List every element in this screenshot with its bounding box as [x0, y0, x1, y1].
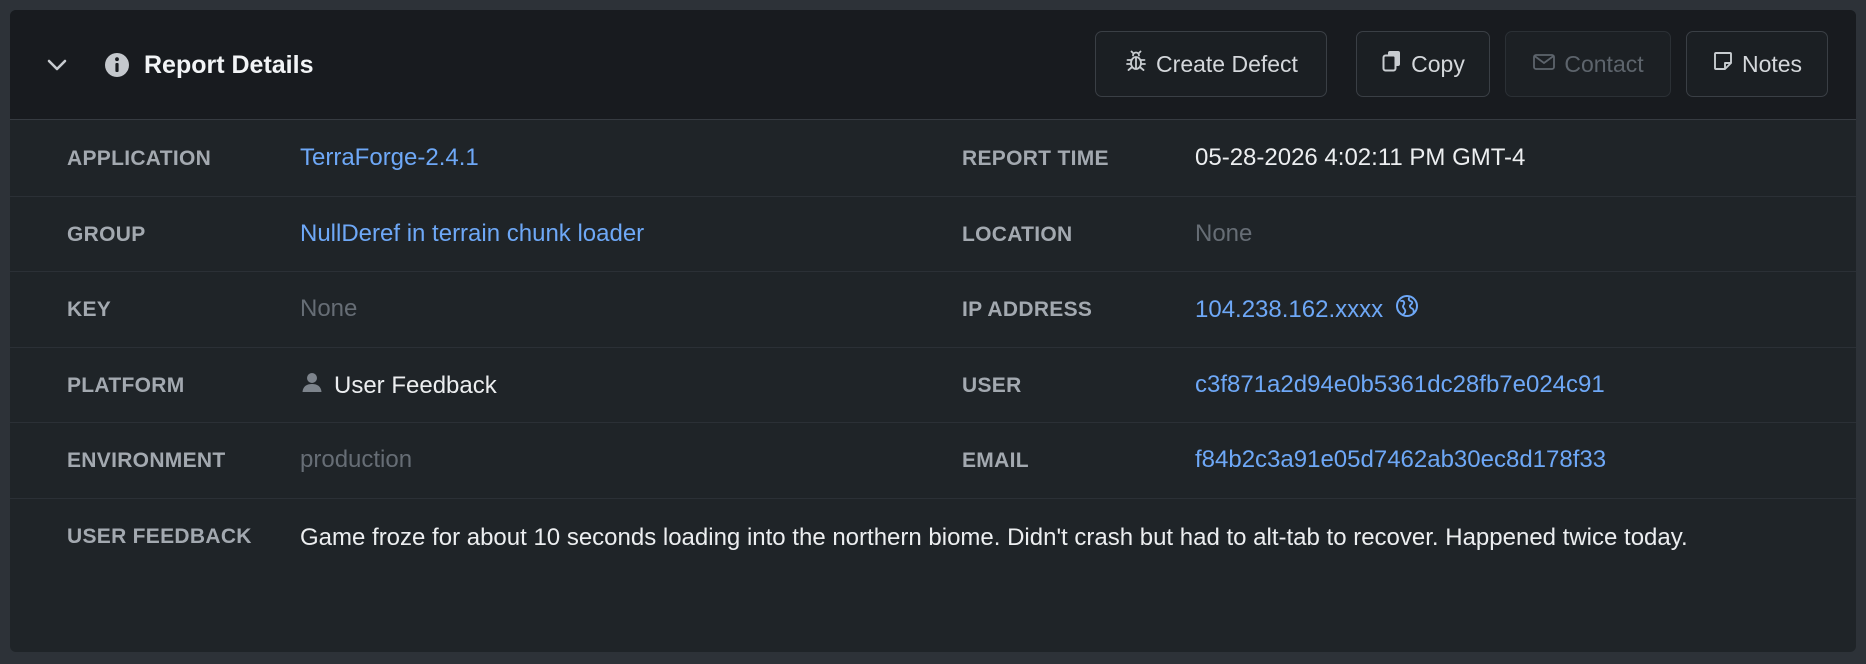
platform-label: PLATFORM	[67, 373, 185, 397]
application-link[interactable]: TerraForge-2.4.1	[300, 143, 479, 173]
detail-row: USER FEEDBACK Game froze for about 10 se…	[10, 499, 1856, 634]
group-label: GROUP	[67, 222, 146, 246]
user-label: USER	[962, 373, 1022, 397]
detail-row: PLATFORM User Feedback USER c3f871a2d94e…	[10, 348, 1856, 423]
contact-label: Contact	[1564, 50, 1644, 77]
report-time-label: REPORT TIME	[962, 147, 1109, 170]
panel-title: Report Details	[144, 51, 314, 79]
note-icon	[1712, 50, 1734, 78]
environment-label: ENVIRONMENT	[67, 449, 226, 472]
details-list: APPLICATION TerraForge-2.4.1 REPORT TIME…	[10, 121, 1856, 634]
create-defect-label: Create Defect	[1156, 50, 1298, 77]
detail-row: ENVIRONMENT production EMAIL f84b2c3a91e…	[10, 423, 1856, 499]
mail-icon	[1532, 51, 1556, 78]
key-label: KEY	[67, 298, 112, 321]
platform-value: User Feedback	[300, 370, 497, 402]
detail-row: GROUP NullDeref in terrain chunk loader …	[10, 197, 1856, 272]
panel-header: Report Details Create Defect Copy Contac…	[10, 10, 1856, 120]
user-link[interactable]: c3f871a2d94e0b5361dc28fb7e024c91	[1195, 370, 1605, 400]
notes-label: Notes	[1741, 50, 1803, 77]
notes-button[interactable]: Notes	[1686, 31, 1828, 97]
ip-address-value: 104.238.162.xxxx	[1195, 294, 1419, 326]
application-label: APPLICATION	[67, 147, 212, 170]
create-defect-button[interactable]: Create Defect	[1095, 31, 1327, 97]
key-value: None	[300, 295, 358, 322]
bug-icon	[1124, 49, 1148, 79]
ip-address-link[interactable]: 104.238.162.xxxx	[1195, 295, 1383, 325]
user-feedback-label: USER FEEDBACK	[67, 524, 252, 548]
user-feedback-text: Game froze for about 10 seconds loading …	[300, 523, 1688, 551]
globe-icon[interactable]	[1395, 294, 1419, 326]
report-details-panel: Report Details Create Defect Copy Contac…	[10, 10, 1856, 652]
group-link[interactable]: NullDeref in terrain chunk loader	[300, 219, 644, 249]
location-label: LOCATION	[962, 222, 1073, 246]
copy-button[interactable]: Copy	[1356, 31, 1490, 97]
email-label: EMAIL	[962, 449, 1029, 472]
info-icon	[104, 52, 130, 78]
detail-row: APPLICATION TerraForge-2.4.1 REPORT TIME…	[10, 121, 1856, 197]
detail-row: KEY None IP ADDRESS 104.238.162.xxxx	[10, 272, 1856, 348]
copy-icon	[1381, 49, 1403, 79]
location-value: None	[1195, 219, 1253, 247]
contact-button[interactable]: Contact	[1505, 31, 1671, 97]
user-icon	[300, 370, 324, 402]
email-link[interactable]: f84b2c3a91e05d7462ab30ec8d178f33	[1195, 445, 1606, 475]
environment-value: production	[300, 446, 413, 473]
report-time-value: 05-28-2026 4:02:11 PM GMT-4	[1195, 144, 1526, 171]
chevron-down-icon[interactable]	[44, 54, 70, 76]
platform-text: User Feedback	[334, 371, 497, 399]
copy-label: Copy	[1411, 50, 1465, 77]
ip-address-label: IP ADDRESS	[962, 298, 1093, 321]
